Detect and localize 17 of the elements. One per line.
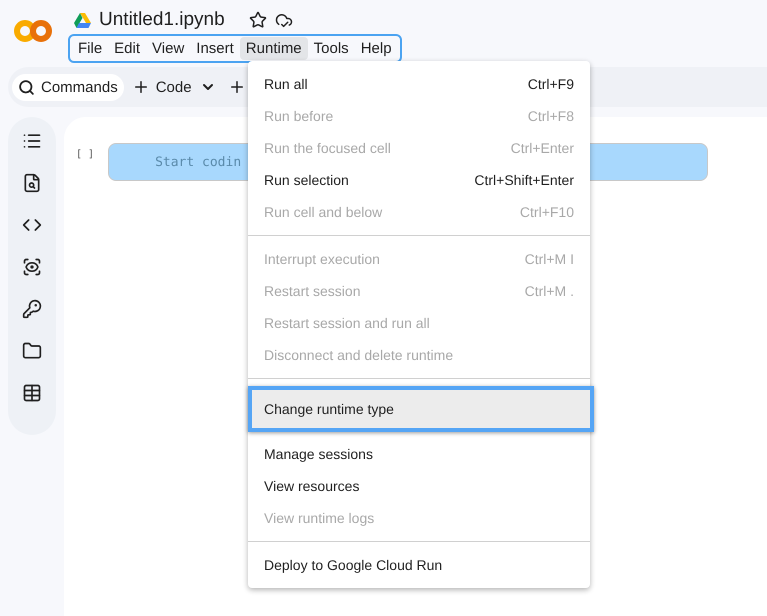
menu-option[interactable]: View resources [248,470,590,502]
menu-item[interactable]: Tools [308,37,355,60]
menu-item[interactable]: Insert [190,37,240,60]
menu-option[interactable]: Run selection Ctrl+Shift+Enter [248,164,590,196]
add-code-button[interactable]: Code [126,73,198,101]
menu-item[interactable]: Edit [108,37,146,60]
notebook-title[interactable]: Untitled1.ipynb [99,9,225,31]
menu-option[interactable]: Change runtime type [248,386,594,432]
menu-item[interactable]: Help [354,37,398,60]
menu-option[interactable]: Manage sessions [248,438,590,470]
menu-item[interactable]: Runtime [240,37,308,60]
menu-item[interactable]: File [72,37,108,60]
menu-item[interactable]: View [146,37,190,60]
run-cell-label[interactable]: [ ] [76,149,94,616]
menu-option[interactable]: Run all Ctrl+F9 [248,68,590,100]
commands-button[interactable]: Commands [12,74,124,100]
menu-option[interactable]: Deploy to Google Cloud Run [248,549,590,581]
